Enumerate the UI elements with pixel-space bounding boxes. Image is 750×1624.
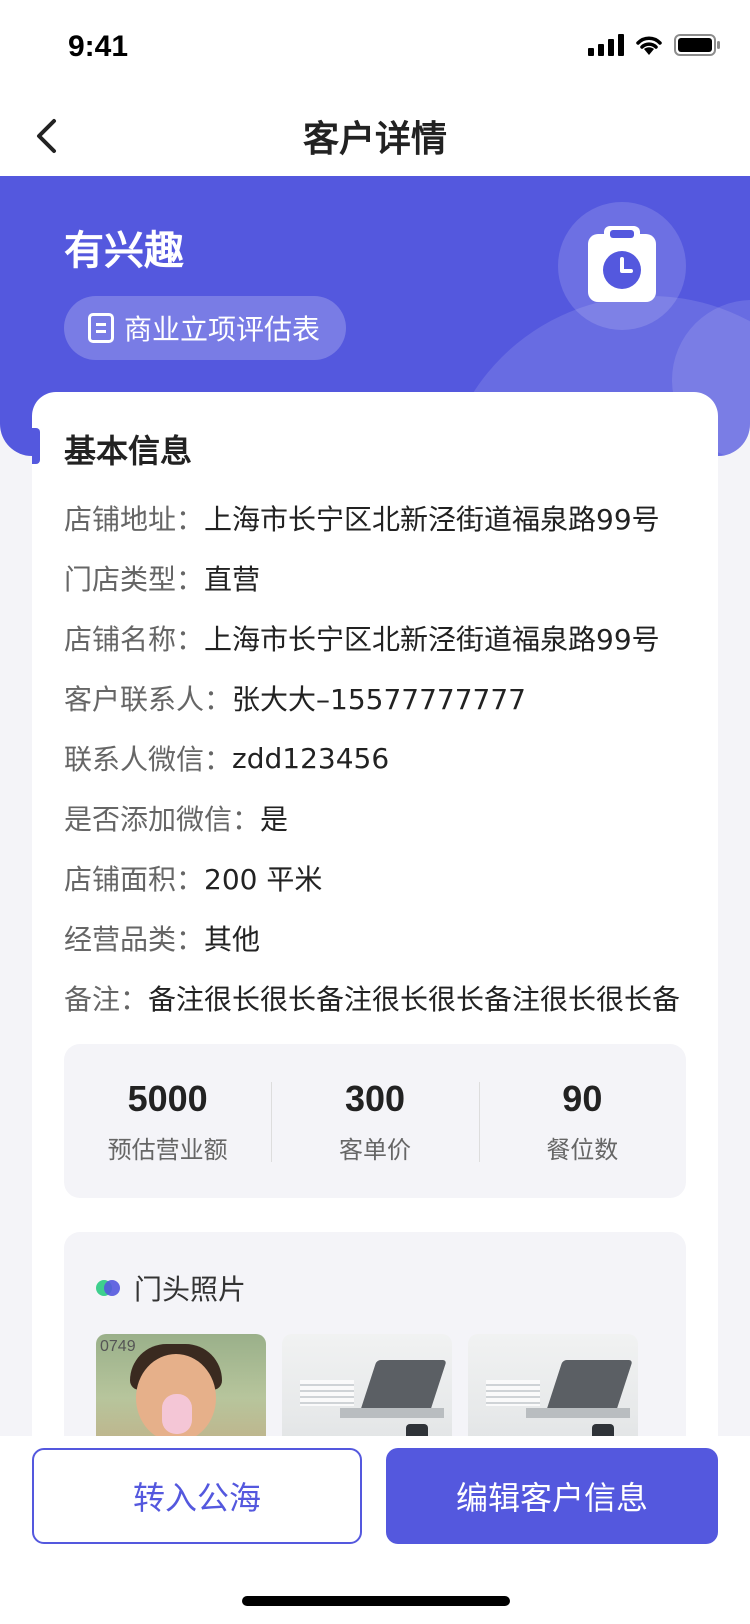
battery-icon xyxy=(674,34,720,56)
photo-sign-text: 0749 xyxy=(100,1338,136,1355)
document-icon xyxy=(88,313,114,343)
info-label: 店铺面积： xyxy=(64,863,205,896)
info-row-store-type: 门店类型： 直营 xyxy=(64,548,704,608)
photos-header: 门头照片 xyxy=(96,1268,246,1308)
info-label: 店铺名称： xyxy=(64,623,205,656)
bottom-action-bar: 转入公海 编辑客户信息 xyxy=(0,1436,750,1624)
wifi-icon xyxy=(636,36,662,55)
info-row-area: 店铺面积： 200 平米 xyxy=(64,848,704,908)
info-row-wechat-added: 是否添加微信：是 xyxy=(64,788,704,848)
info-list: 店铺地址： 上海市长宁区北新泾街道福泉路99号 门店类型： 直营 店铺名称： 上海市长… xyxy=(64,488,704,1028)
home-indicator xyxy=(242,1596,510,1606)
info-label: 备注： xyxy=(64,983,149,1016)
stat-label: 客单价 xyxy=(338,1135,411,1164)
stat-average-spend: 300 客单价 xyxy=(271,1044,478,1198)
stat-value: 5000 xyxy=(127,1077,208,1119)
evaluation-form-label: 商业立项评估表 xyxy=(124,313,321,346)
section-accent-bar xyxy=(32,428,40,464)
info-value: 上海市长宁区北新泾街道福泉路99号 xyxy=(204,503,660,536)
info-label: 联系人微信： xyxy=(64,743,233,776)
info-label: 是否添加微信： xyxy=(64,803,261,836)
stats-panel: 5000 预估营业额 300 客单价 90 餐位数 xyxy=(64,1044,686,1198)
info-value: zdd123456 xyxy=(232,741,390,775)
stat-label: 餐位数 xyxy=(546,1135,619,1164)
info-row-category: 经营品类： 其他 xyxy=(64,908,704,968)
info-label: 门店类型： xyxy=(64,563,205,596)
cellular-signal-icon xyxy=(588,34,624,56)
info-value: 张大大–15577777777 xyxy=(232,683,526,716)
status-bar: 9:41 xyxy=(0,0,750,96)
info-value: 上海市长宁区北新泾街道福泉路99号 xyxy=(204,623,660,656)
section-title: 基本信息 xyxy=(64,432,193,470)
clipboard-clock-icon xyxy=(588,226,656,302)
info-row-store-name: 店铺名称： 上海市长宁区北新泾街道福泉路99号 xyxy=(64,608,704,668)
section-dots-icon xyxy=(96,1280,120,1296)
info-value: 200 平米 xyxy=(204,863,323,896)
customer-status: 有兴趣 xyxy=(64,228,184,274)
status-time: 9:41 xyxy=(68,30,129,63)
page-title: 客户详情 xyxy=(302,119,447,160)
stat-label: 预估营业额 xyxy=(107,1135,228,1164)
info-label: 经营品类： xyxy=(64,923,205,956)
info-label: 店铺地址： xyxy=(64,503,205,536)
info-row-wechat: 联系人微信： zdd123456 xyxy=(64,728,704,788)
info-value: 其他 xyxy=(204,923,261,956)
basic-info-card: 基本信息 店铺地址： 上海市长宁区北新泾街道福泉路99号 门店类型： 直营 店铺名称… xyxy=(32,392,718,1494)
photos-title: 门头照片 xyxy=(134,1273,247,1306)
info-row-contact: 客户联系人： 张大大–15577777777 xyxy=(64,668,704,728)
status-icons xyxy=(588,34,720,56)
info-row-remarks: 备注： 备注很长很长备注很长很长备注很长很长备 xyxy=(64,968,704,1028)
info-value: 直营 xyxy=(204,563,261,596)
info-label: 客户联系人： xyxy=(64,683,233,716)
info-value: 是 xyxy=(260,803,289,836)
transfer-to-public-pool-button[interactable]: 转入公海 xyxy=(32,1448,362,1544)
stat-seats: 90 餐位数 xyxy=(478,1044,686,1198)
stat-value: 300 xyxy=(344,1077,406,1119)
info-row-address: 店铺地址： 上海市长宁区北新泾街道福泉路99号 xyxy=(64,488,704,548)
info-value: 备注很长很长备注很长很长备注很长很长备 xyxy=(148,983,681,1016)
nav-bar: 客户详情 xyxy=(0,96,750,176)
stat-estimated-revenue: 5000 预估营业额 xyxy=(64,1044,271,1198)
stat-value: 90 xyxy=(562,1077,603,1119)
edit-customer-button[interactable]: 编辑客户信息 xyxy=(386,1448,718,1544)
evaluation-form-button[interactable]: 商业立项评估表 xyxy=(64,296,347,360)
